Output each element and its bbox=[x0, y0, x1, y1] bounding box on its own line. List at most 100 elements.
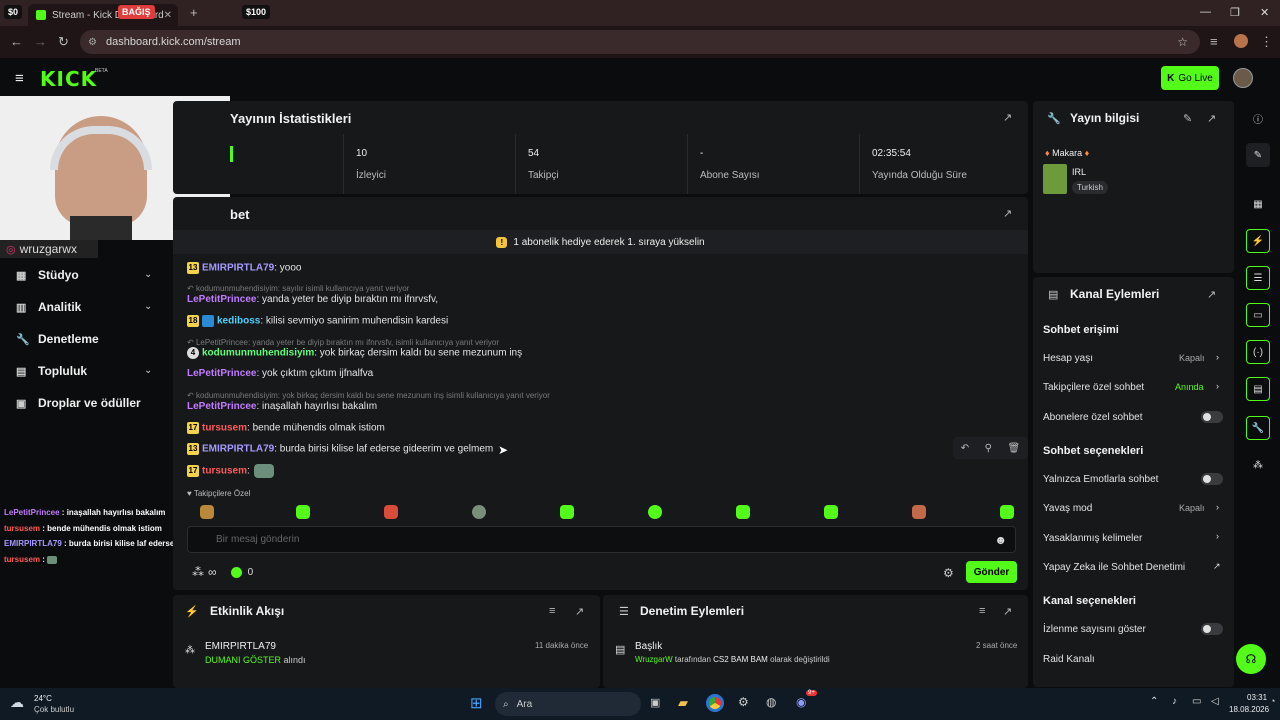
popout-icon[interactable]: ↗ bbox=[1003, 111, 1012, 124]
sidebar-item-drops[interactable]: ▣ Droplar ve ödüller bbox=[16, 396, 141, 410]
tab-close-icon[interactable]: ✕ bbox=[164, 10, 172, 21]
chat-input[interactable]: Bir mesaj gönderin ☻ bbox=[187, 526, 1016, 553]
maximize-icon[interactable]: ❐ bbox=[1230, 6, 1240, 19]
info-icon[interactable]: ⓘ bbox=[1246, 106, 1270, 130]
chat-message[interactable]: 17 tursusem: bbox=[187, 464, 274, 478]
chat-username[interactable]: tursusem bbox=[202, 423, 247, 434]
chat-message[interactable]: LePetitPrincee: yok çıktım çıktım ijfnal… bbox=[187, 368, 373, 379]
channel-actions-icon[interactable]: ▤ bbox=[1246, 377, 1270, 401]
chat-username[interactable]: kediboss bbox=[217, 316, 260, 327]
chevron-right-icon[interactable]: › bbox=[1216, 352, 1219, 362]
sidebar-item-studio[interactable]: ▦ Stüdyo bbox=[16, 268, 79, 282]
notification-bell-icon[interactable]: ◔ bbox=[1270, 696, 1275, 706]
chevron-right-icon[interactable]: › bbox=[1216, 531, 1219, 541]
reply-icon[interactable]: ↶ bbox=[961, 443, 969, 454]
slow-mode-value[interactable]: Kapalı bbox=[1179, 503, 1205, 513]
emote-button[interactable] bbox=[912, 505, 926, 519]
ai-moderation-label[interactable]: Yapay Zeka ile Sohbet Denetimi bbox=[1043, 562, 1185, 573]
kick-logo[interactable]: KICK bbox=[40, 67, 97, 91]
show-viewers-toggle[interactable] bbox=[1201, 623, 1223, 635]
reload-icon[interactable]: ↻ bbox=[58, 34, 69, 50]
new-tab-button[interactable]: + bbox=[190, 5, 198, 20]
gift-banner[interactable]: ! 1 abonelik hediye ederek 1. sıraya yük… bbox=[173, 230, 1028, 254]
chat-settings-gear-icon[interactable]: ⚙ bbox=[943, 566, 954, 580]
settings-app-icon[interactable]: ⚙ bbox=[738, 695, 749, 709]
chrome-icon[interactable] bbox=[706, 694, 724, 712]
external-link-icon[interactable]: ↗ bbox=[1213, 561, 1221, 572]
go-live-button[interactable]: K Go Live bbox=[1161, 66, 1219, 90]
chat-message[interactable]: 17 tursusem: bende mühendis olmak istiom bbox=[187, 422, 385, 434]
profile-avatar-icon[interactable] bbox=[1234, 34, 1248, 48]
send-button[interactable]: Gönder bbox=[966, 561, 1017, 583]
activity-popout-icon[interactable]: ↗ bbox=[575, 605, 584, 618]
tray-chevron-icon[interactable]: ⌃ bbox=[1150, 696, 1158, 707]
chat-message[interactable]: 13 EMIRPIRTLA79: yooo bbox=[187, 262, 301, 274]
moderation-popout-icon[interactable]: ↗ bbox=[1003, 605, 1012, 618]
studio-icon[interactable]: ▦ bbox=[1246, 192, 1270, 216]
chat-username[interactable]: LePetitPrincee bbox=[187, 294, 256, 305]
wrench-icon[interactable]: 🔧 bbox=[1246, 416, 1270, 440]
delete-icon[interactable]: 🗑 bbox=[1008, 443, 1021, 454]
raid-label[interactable]: Raid Kanalı bbox=[1043, 654, 1095, 665]
account-age-label[interactable]: Hesap yaşı bbox=[1043, 353, 1093, 364]
lightning-icon[interactable]: ⚡ bbox=[1246, 229, 1270, 253]
hamburger-menu-icon[interactable]: ≡ bbox=[15, 70, 24, 87]
url-field[interactable]: ⚙ dashboard.kick.com/stream ☆ bbox=[80, 30, 1200, 54]
steam-icon[interactable]: ◍ bbox=[766, 695, 776, 709]
forward-icon[interactable]: → bbox=[34, 34, 47, 49]
slow-mode-label[interactable]: Yavaş mod bbox=[1043, 503, 1092, 514]
broadcast-icon[interactable]: (·) bbox=[1246, 340, 1270, 364]
chevron-down-icon[interactable]: ⌄ bbox=[144, 365, 152, 376]
emote-button[interactable] bbox=[200, 505, 214, 519]
list-icon[interactable]: ☰ bbox=[1246, 266, 1270, 290]
weather-temp[interactable]: 24°C bbox=[34, 694, 52, 703]
site-info-icon[interactable]: ⚙ bbox=[88, 37, 97, 48]
browser-menu-icon[interactable]: ⋮ bbox=[1260, 34, 1273, 50]
chat-username[interactable]: EMIRPIRTLA79 bbox=[202, 444, 274, 455]
emote-button[interactable] bbox=[384, 505, 398, 519]
banned-words-label[interactable]: Yasaklanmış kelimeler bbox=[1043, 533, 1142, 544]
emote-button[interactable] bbox=[560, 505, 574, 519]
network-icon[interactable]: ▭ bbox=[1192, 696, 1201, 707]
emote-button[interactable] bbox=[472, 505, 486, 519]
user-avatar[interactable] bbox=[1233, 68, 1253, 88]
chevron-down-icon[interactable]: ⌄ bbox=[144, 301, 152, 312]
sidebar-item-community[interactable]: ▤ Topluluk bbox=[16, 364, 87, 378]
clock-time[interactable]: 03:31 bbox=[1247, 693, 1267, 702]
chat-popout-icon[interactable]: ↗ bbox=[1003, 207, 1012, 220]
window-close-icon[interactable]: ✕ bbox=[1260, 6, 1269, 19]
pin-icon[interactable]: ⚲ bbox=[985, 443, 992, 454]
emote-button[interactable] bbox=[1000, 505, 1014, 519]
emote-button[interactable] bbox=[296, 505, 310, 519]
users-icon[interactable]: ⁂ bbox=[1246, 453, 1270, 477]
sidebar-item-analytics[interactable]: ▥ Analitik bbox=[16, 300, 81, 314]
weather-text[interactable]: Çok bulutlu bbox=[34, 705, 74, 714]
task-view-icon[interactable]: ▣ bbox=[650, 696, 660, 709]
file-explorer-icon[interactable]: ▰ bbox=[678, 695, 688, 711]
chat-username[interactable]: LePetitPrincee bbox=[187, 368, 256, 379]
support-headset-icon[interactable]: ☊ bbox=[1236, 644, 1266, 674]
emote-button[interactable] bbox=[648, 505, 662, 519]
chat-message[interactable]: 13 EMIRPIRTLA79: burda birisi kilise laf … bbox=[187, 443, 493, 455]
chat-username[interactable]: kodumunmuhendisiyim bbox=[202, 348, 314, 359]
chat-icon[interactable]: ▭ bbox=[1246, 303, 1270, 327]
chat-message[interactable]: 4 kodumunmuhendisiyim: yok birkaç dersim … bbox=[187, 347, 522, 359]
chat-message[interactable]: LePetitPrincee: yanda yeter be diyip bır… bbox=[187, 294, 438, 305]
chat-username[interactable]: tursusem bbox=[202, 466, 247, 477]
subs-chat-toggle[interactable] bbox=[1201, 411, 1223, 423]
chat-username[interactable]: EMIRPIRTLA79 bbox=[202, 263, 274, 274]
filter-icon[interactable]: ≡ bbox=[979, 605, 985, 617]
emote-button[interactable] bbox=[736, 505, 750, 519]
followers-chat-value[interactable]: Anında bbox=[1175, 382, 1204, 392]
clock-date[interactable]: 18.08.2026 bbox=[1229, 705, 1269, 714]
chat-message[interactable]: LePetitPrincee: inaşallah hayırlısı baka… bbox=[187, 401, 377, 412]
chat-username[interactable]: LePetitPrincee bbox=[187, 401, 256, 412]
sidebar-item-moderation[interactable]: 🔧 Denetleme bbox=[16, 332, 99, 346]
bookmark-star-icon[interactable]: ☆ bbox=[1177, 35, 1188, 49]
discord-icon[interactable]: ◉ bbox=[796, 695, 806, 709]
emote-button[interactable] bbox=[824, 505, 838, 519]
followers-chat-label[interactable]: Takipçilere özel sohbet bbox=[1043, 382, 1144, 393]
chevron-right-icon[interactable]: › bbox=[1216, 502, 1219, 512]
edit-icon[interactable]: ✎ bbox=[1183, 112, 1192, 125]
edit-pencil-icon[interactable]: ✎ bbox=[1246, 143, 1270, 167]
